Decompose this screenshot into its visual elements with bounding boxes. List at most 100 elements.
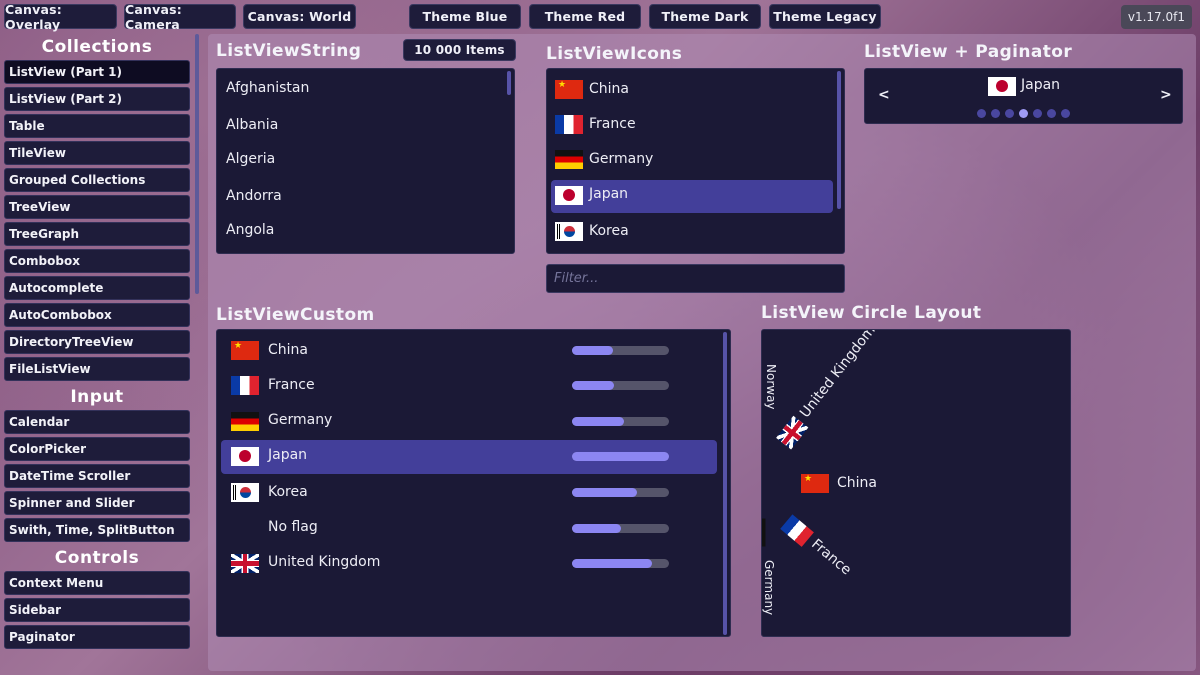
- lv-custom-panel: China France Germany Japan Korea No flag…: [216, 329, 731, 637]
- list-item[interactable]: No flag: [268, 519, 318, 535]
- lv-icons-title: ListViewIcons: [546, 44, 683, 64]
- lv-custom-scrollbar[interactable]: [723, 332, 727, 635]
- japan-flag-icon: [988, 77, 1016, 96]
- list-item[interactable]: China: [589, 81, 629, 97]
- list-item[interactable]: United Kingdom: [268, 554, 380, 570]
- theme-red-button[interactable]: Theme Red: [529, 4, 641, 29]
- sidebar-item-spinner-slider[interactable]: Spinner and Slider: [4, 491, 190, 515]
- progress-bar: [572, 346, 669, 355]
- progress-bar: [572, 559, 669, 568]
- sidebar-item-calendar[interactable]: Calendar: [4, 410, 190, 434]
- circle-item-uk[interactable]: United Kingdom: [776, 329, 890, 450]
- list-item[interactable]: China: [268, 342, 308, 358]
- progress-bar: [572, 452, 669, 461]
- list-item[interactable]: Algeria: [226, 151, 275, 167]
- sidebar-item-treeview[interactable]: TreeView: [4, 195, 190, 219]
- list-item[interactable]: Albania: [226, 117, 278, 133]
- korea-flag-icon: [555, 222, 583, 241]
- theme-legacy-button[interactable]: Theme Legacy: [769, 4, 881, 29]
- circle-item-china[interactable]: China: [837, 475, 877, 491]
- germany-flag-icon: [231, 412, 259, 431]
- items-10000-button[interactable]: 10 000 Items: [403, 39, 516, 61]
- korea-flag-icon: [231, 483, 259, 502]
- list-item[interactable]: Korea: [268, 484, 308, 500]
- canvas-world-button[interactable]: Canvas: World: [243, 4, 356, 29]
- filter-input[interactable]: Filter...: [546, 264, 845, 293]
- uk-flag-icon: [776, 415, 809, 450]
- progress-bar: [572, 417, 669, 426]
- germany-flag-icon: [762, 518, 766, 547]
- list-item[interactable]: Germany: [589, 151, 653, 167]
- page-dot[interactable]: [977, 109, 986, 118]
- list-item[interactable]: France: [589, 116, 636, 132]
- canvas-overlay-button[interactable]: Canvas: Overlay: [4, 2, 117, 32]
- china-flag-icon: [555, 80, 583, 99]
- sidebar-item-tileview[interactable]: TileView: [4, 141, 190, 165]
- page-dot[interactable]: [1047, 109, 1056, 118]
- sidebar-scrollbar[interactable]: [195, 34, 199, 294]
- sidebar-item-filelistview[interactable]: FileListView: [4, 357, 190, 381]
- circle-item-norway[interactable]: Norway: [764, 364, 778, 410]
- list-item[interactable]: Japan: [268, 447, 307, 463]
- prev-page-button[interactable]: <: [878, 87, 890, 103]
- sidebar-item-autocomplete[interactable]: Autocomplete: [4, 276, 190, 300]
- lv-circle-panel: Norway United Kingdom China France Germa…: [761, 329, 1071, 637]
- sidebar-item-table[interactable]: Table: [4, 114, 190, 138]
- france-flag-icon: [780, 514, 814, 547]
- lv-string-scrollbar[interactable]: [507, 71, 511, 95]
- lv-paginator-panel: < Japan >: [864, 68, 1183, 124]
- sidebar-item-colorpicker[interactable]: ColorPicker: [4, 437, 190, 461]
- list-item[interactable]: Andorra: [226, 188, 282, 204]
- next-page-button[interactable]: >: [1160, 87, 1172, 103]
- sidebar-item-sidebar[interactable]: Sidebar: [4, 598, 190, 622]
- list-item[interactable]: Korea: [589, 223, 629, 239]
- circle-item-france[interactable]: France: [780, 514, 877, 600]
- page-dot[interactable]: [1005, 109, 1014, 118]
- sidebar-item-paginator[interactable]: Paginator: [4, 625, 190, 649]
- japan-flag-icon: [231, 447, 259, 466]
- lv-custom-title: ListViewCustom: [216, 305, 375, 325]
- sidebar-item-combobox[interactable]: Combobox: [4, 249, 190, 273]
- page-dot-active[interactable]: [1019, 109, 1028, 118]
- paginator-current-item: Japan: [1021, 77, 1061, 93]
- lv-paginator-title: ListView + Paginator: [864, 42, 1073, 62]
- list-item[interactable]: Germany: [268, 412, 332, 428]
- circle-item-germany[interactable]: Germany: [762, 560, 776, 615]
- theme-blue-button[interactable]: Theme Blue: [409, 4, 521, 29]
- sidebar-item-listview-part2[interactable]: ListView (Part 2): [4, 87, 190, 111]
- lv-icons-scrollbar[interactable]: [837, 71, 841, 209]
- sidebar-item-autocombobox[interactable]: AutoCombobox: [4, 303, 190, 327]
- uk-flag-icon: [231, 554, 259, 573]
- sidebar-item-treegraph[interactable]: TreeGraph: [4, 222, 190, 246]
- france-flag-icon: [555, 115, 583, 134]
- page-dot[interactable]: [1033, 109, 1042, 118]
- list-item[interactable]: Afghanistan: [226, 80, 309, 96]
- sidebar-item-switch-time-splitbutton[interactable]: Swith, Time, SplitButton: [4, 518, 190, 542]
- germany-flag-icon: [555, 150, 583, 169]
- progress-bar: [572, 488, 669, 497]
- sidebar-item-context-menu[interactable]: Context Menu: [4, 571, 190, 595]
- list-item[interactable]: France: [268, 377, 315, 393]
- lv-string-title: ListViewString: [216, 41, 362, 61]
- canvas-camera-button[interactable]: Canvas: Camera: [124, 2, 236, 32]
- sidebar-item-listview-part1[interactable]: ListView (Part 1): [4, 60, 190, 84]
- sidebar-item-grouped-collections[interactable]: Grouped Collections: [4, 168, 190, 192]
- page-dot[interactable]: [1061, 109, 1070, 118]
- japan-flag-icon: [555, 186, 583, 205]
- list-item[interactable]: Japan: [589, 186, 628, 202]
- input-heading: Input: [70, 387, 124, 407]
- progress-bar: [572, 381, 669, 390]
- circle-item-label: United Kingdom: [797, 329, 879, 421]
- china-flag-icon: [231, 341, 259, 360]
- theme-dark-button[interactable]: Theme Dark: [649, 4, 761, 29]
- lv-circle-title: ListView Circle Layout: [761, 303, 982, 323]
- china-flag-icon: [801, 474, 829, 493]
- sidebar-item-datetime-scroller[interactable]: DateTime Scroller: [4, 464, 190, 488]
- sidebar-item-directorytreeview[interactable]: DirectoryTreeView: [4, 330, 190, 354]
- collections-heading: Collections: [41, 37, 153, 57]
- france-flag-icon: [231, 376, 259, 395]
- circle-item-label: France: [808, 536, 855, 579]
- page-dot[interactable]: [991, 109, 1000, 118]
- progress-bar: [572, 524, 669, 533]
- list-item[interactable]: Angola: [226, 222, 274, 238]
